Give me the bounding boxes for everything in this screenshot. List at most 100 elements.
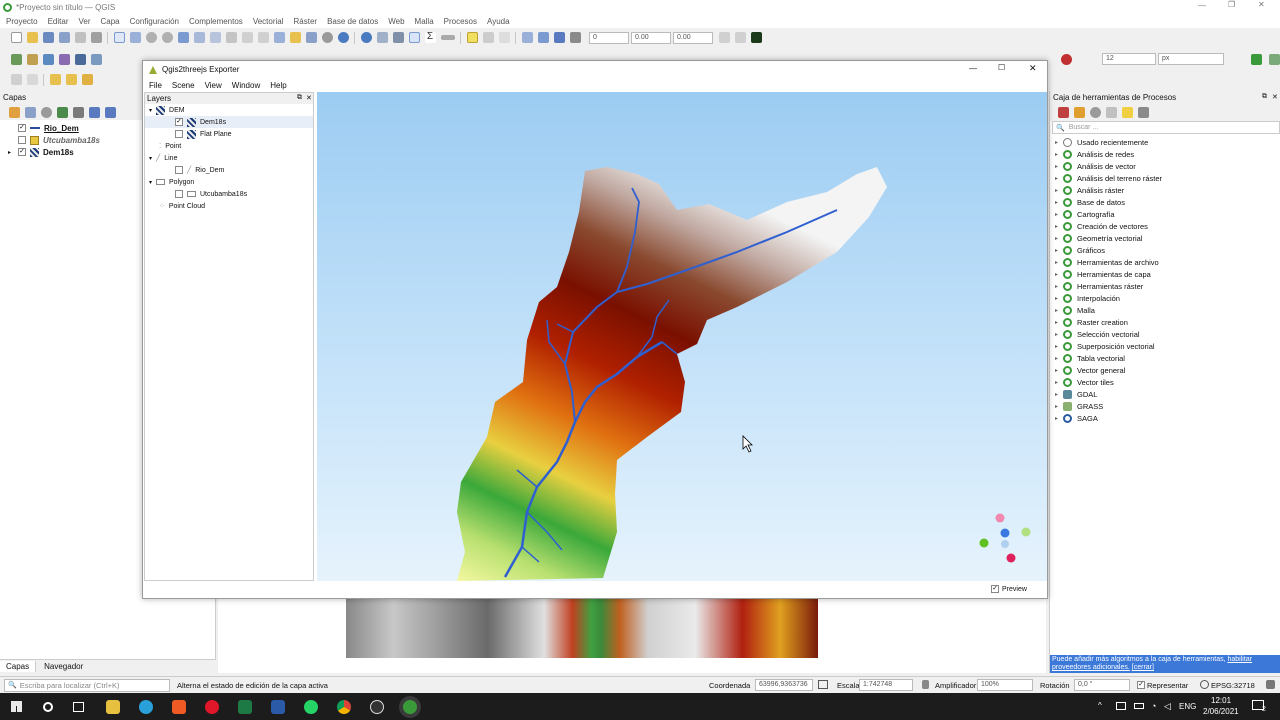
exporter-menu-file[interactable]: File <box>149 81 162 90</box>
exporter-menu-help[interactable]: Help <box>270 81 286 90</box>
menu-vectorial[interactable]: Vectorial <box>253 17 284 26</box>
proc-item[interactable]: ▸ Superposición vectorial <box>1050 340 1280 352</box>
snap-icon[interactable] <box>569 32 581 43</box>
add-wms-icon[interactable] <box>90 54 102 65</box>
exporter-maximize-button[interactable]: ☐ <box>998 63 1005 72</box>
proc-item[interactable]: ▸ Interpolación <box>1050 292 1280 304</box>
chrome-icon[interactable] <box>337 699 351 714</box>
tree-group-point[interactable]: ⁚ Point <box>145 140 313 152</box>
obs-icon[interactable] <box>370 699 384 714</box>
proc-item[interactable]: ▸ Vector tiles <box>1050 376 1280 388</box>
refresh-icon[interactable] <box>337 32 349 43</box>
pan-to-selection-icon[interactable] <box>129 32 141 43</box>
bookmark-icon[interactable] <box>289 32 301 43</box>
rotate-icon[interactable] <box>719 32 730 43</box>
models-icon[interactable] <box>1057 107 1069 118</box>
menu-ver[interactable]: Ver <box>78 17 90 26</box>
crs-value[interactable]: EPSG:32718 <box>1211 681 1255 690</box>
menu-procesos[interactable]: Procesos <box>444 17 477 26</box>
tree-group-dem[interactable]: ▾ DEM <box>145 104 313 116</box>
locator-box[interactable]: 🔍 Escriba para localizar (Ctrl+K) <box>4 678 170 692</box>
menu-malla[interactable]: Malla <box>415 17 434 26</box>
minimize-button[interactable]: — <box>1198 1 1206 10</box>
map-tips-icon[interactable] <box>65 74 77 85</box>
zoom-out-icon[interactable] <box>161 32 173 43</box>
statistics-icon[interactable]: Σ <box>424 32 436 43</box>
proc-item-recent[interactable]: ▸ Usado recientemente <box>1050 136 1280 148</box>
layer-checkbox[interactable]: ✓ <box>18 124 26 132</box>
scripts-icon[interactable] <box>1073 107 1085 118</box>
style-icon[interactable] <box>8 106 20 118</box>
measure-icon[interactable] <box>440 35 455 40</box>
edit-features-in-place-icon[interactable] <box>1121 107 1133 118</box>
tree-item-flat-plane[interactable]: Flat Plane <box>145 128 313 140</box>
tree-group-line[interactable]: ▾ ╱ Line <box>145 152 313 164</box>
tray-battery-icon[interactable] <box>1134 703 1144 709</box>
rotation-value[interactable]: 0,0 ° <box>1074 679 1130 691</box>
zoom-native-icon[interactable] <box>225 32 237 43</box>
axes-gizmo-icon[interactable] <box>979 513 1031 563</box>
tray-volume-icon[interactable]: ◁ <box>1164 701 1171 712</box>
pan-icon[interactable] <box>113 32 125 43</box>
exporter-menu-window[interactable]: Window <box>232 81 260 90</box>
proc-item[interactable]: ▸ Herramientas de archivo <box>1050 256 1280 268</box>
select-by-value-icon[interactable] <box>482 32 494 43</box>
zoom-last-icon[interactable] <box>241 32 253 43</box>
show-bookmarks-icon[interactable] <box>305 32 317 43</box>
x-input[interactable]: 0.00 <box>631 31 671 44</box>
open-attribute-table-icon[interactable] <box>376 32 388 43</box>
menu-proyecto[interactable]: Proyecto <box>6 17 38 26</box>
proc-item[interactable]: ▸ Análisis del terreno ráster <box>1050 172 1280 184</box>
proc-item-gdal[interactable]: ▸ GDAL <box>1050 388 1280 400</box>
search-input[interactable]: Buscar ... <box>1069 124 1099 131</box>
zoom-next-icon[interactable] <box>257 32 269 43</box>
menu-ayuda[interactable]: Ayuda <box>487 17 510 26</box>
tab-navegador[interactable]: Navegador <box>36 661 91 672</box>
tray-date[interactable]: 2/06/2021 <box>1203 707 1239 716</box>
label-tool-icon[interactable] <box>1060 54 1072 65</box>
layer-style-icon[interactable] <box>49 74 61 85</box>
menu-web[interactable]: Web <box>388 17 404 26</box>
proc-item[interactable]: ▸ Malla <box>1050 304 1280 316</box>
windows-start-icon[interactable] <box>11 701 22 712</box>
tree-item-dem18s[interactable]: ✓ Dem18s <box>145 116 313 128</box>
messages-icon[interactable] <box>1266 680 1275 689</box>
opera-icon[interactable] <box>205 699 219 714</box>
y-input[interactable]: 0.00 <box>673 31 713 44</box>
notice-link-close[interactable]: [cerrar] <box>1132 664 1154 671</box>
proc-item[interactable]: ▸ Herramientas ráster <box>1050 280 1280 292</box>
proc-item[interactable]: ▸ Gráficos <box>1050 244 1280 256</box>
tree-group-polygon[interactable]: ▾ Polygon <box>145 176 313 188</box>
add-raster-icon[interactable] <box>26 54 38 65</box>
close-button[interactable]: ✕ <box>1258 0 1265 9</box>
annotation-icon[interactable] <box>537 32 549 43</box>
font-size-input[interactable]: 12 <box>1102 53 1156 65</box>
select-features-icon[interactable] <box>466 32 478 43</box>
proc-item[interactable]: ▸ Herramientas de capa <box>1050 268 1280 280</box>
deselect-icon[interactable] <box>498 32 510 43</box>
lock-icon[interactable] <box>922 680 929 689</box>
save-project-icon[interactable] <box>42 32 54 43</box>
proc-item[interactable]: ▸ Vector general <box>1050 364 1280 376</box>
open-project-icon[interactable] <box>26 32 38 43</box>
menu-capa[interactable]: Capa <box>101 17 120 26</box>
exporter-minimize-button[interactable]: — <box>969 64 977 73</box>
extent-icon[interactable] <box>818 680 828 689</box>
scale-value[interactable]: 1:742748 <box>859 679 913 691</box>
tray-chevron-icon[interactable]: ^ <box>1098 701 1102 710</box>
add-spatialite-icon[interactable] <box>58 54 70 65</box>
zoom-full-icon[interactable] <box>177 32 189 43</box>
add-vector-icon[interactable] <box>10 54 22 65</box>
close-panel-icon[interactable]: ✕ <box>1272 93 1278 101</box>
digitize-icon[interactable] <box>521 32 533 43</box>
style-manager-icon[interactable] <box>90 32 102 43</box>
history-icon[interactable] <box>1089 107 1101 118</box>
word-icon[interactable] <box>271 699 285 714</box>
task-view-icon[interactable] <box>73 701 84 712</box>
proc-item[interactable]: ▸ Análisis de redes <box>1050 148 1280 160</box>
menu-base-de-datos[interactable]: Base de datos <box>327 17 378 26</box>
offset-input[interactable]: 0 <box>589 31 629 44</box>
label-pin-icon[interactable] <box>1250 54 1262 65</box>
exporter-menu-view[interactable]: View <box>205 81 222 90</box>
magnifier-value[interactable]: 100% <box>977 679 1033 691</box>
